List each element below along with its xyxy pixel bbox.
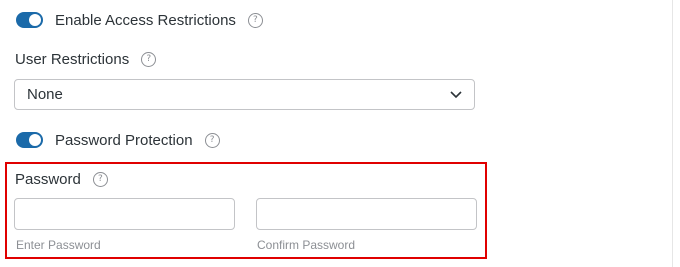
enter-password-label: Enter Password bbox=[16, 238, 101, 252]
toggle-knob bbox=[29, 134, 41, 146]
confirm-password-input[interactable] bbox=[256, 198, 477, 230]
confirm-password-label: Confirm Password bbox=[257, 238, 356, 252]
user-restrictions-select[interactable]: None bbox=[14, 79, 475, 110]
password-protection-toggle[interactable] bbox=[16, 132, 43, 148]
settings-panel: Enable Access Restrictions ? User Restri… bbox=[0, 0, 673, 267]
enable-access-restrictions-label: Enable Access Restrictions bbox=[55, 11, 236, 29]
chevron-down-icon bbox=[450, 91, 462, 99]
password-protection-label: Password Protection bbox=[55, 131, 193, 149]
toggle-knob bbox=[29, 14, 41, 26]
help-circle-icon[interactable]: ? bbox=[247, 12, 263, 28]
help-circle-icon[interactable]: ? bbox=[141, 51, 157, 67]
user-restrictions-selected-value: None bbox=[27, 86, 63, 103]
enter-password-input[interactable] bbox=[14, 198, 235, 230]
password-label-row: Password ? bbox=[15, 168, 108, 190]
enable-access-restrictions-toggle[interactable] bbox=[16, 12, 43, 28]
password-protection-row: Password Protection ? bbox=[16, 129, 220, 151]
password-label: Password bbox=[15, 170, 81, 188]
access-restrictions-row: Enable Access Restrictions ? bbox=[16, 9, 263, 31]
user-restrictions-label: User Restrictions bbox=[15, 50, 130, 68]
help-circle-icon[interactable]: ? bbox=[92, 171, 108, 187]
user-restrictions-row: User Restrictions ? bbox=[15, 48, 157, 70]
help-circle-icon[interactable]: ? bbox=[204, 132, 220, 148]
